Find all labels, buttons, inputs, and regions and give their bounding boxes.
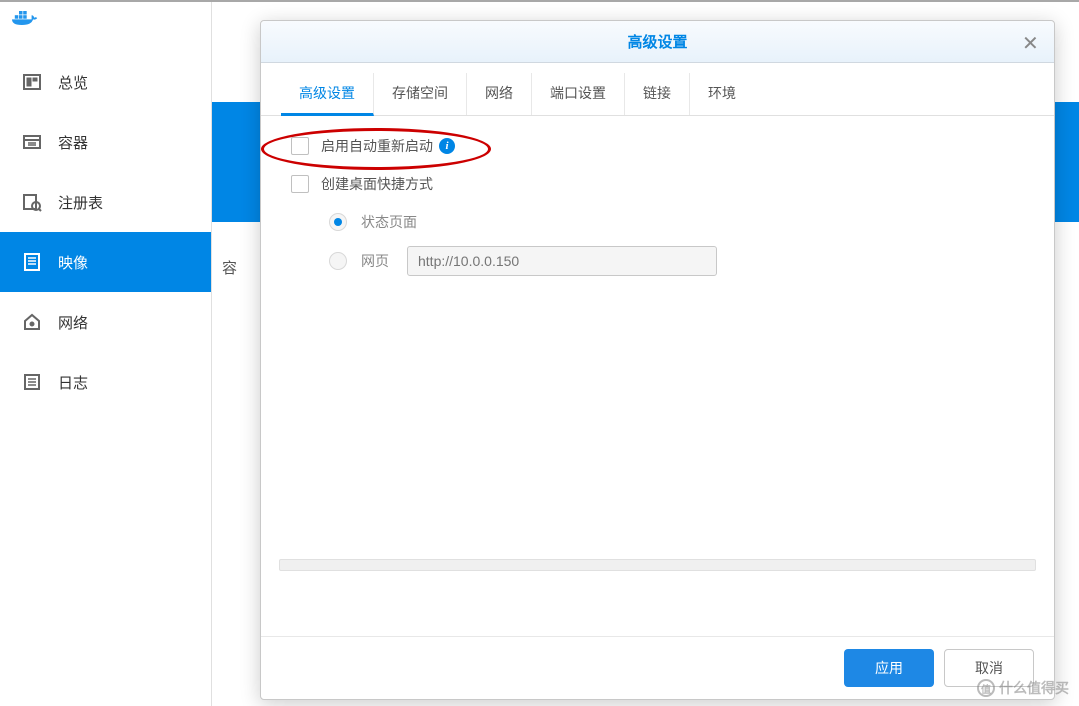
modal-body: 启用自动重新启动 i 创建桌面快捷方式 状态页面 网页 (261, 116, 1054, 636)
create-shortcut-checkbox[interactable] (291, 175, 309, 193)
tab-volume[interactable]: 存储空间 (374, 73, 467, 115)
status-page-radio[interactable] (329, 213, 347, 231)
container-icon (20, 130, 44, 154)
webpage-row: 网页 (329, 246, 1024, 276)
watermark-text: 什么值得买 (999, 678, 1069, 698)
docker-logo (12, 8, 40, 33)
network-icon (20, 310, 44, 334)
watermark-icon: 值 (977, 679, 995, 697)
url-input[interactable] (407, 246, 717, 276)
info-icon[interactable]: i (439, 138, 455, 154)
auto-restart-label: 启用自动重新启动 (321, 136, 433, 156)
horizontal-scrollbar[interactable] (279, 559, 1036, 571)
tab-port[interactable]: 端口设置 (532, 73, 625, 115)
sidebar-item-label: 总览 (58, 72, 88, 93)
image-icon (20, 250, 44, 274)
overview-icon (20, 70, 44, 94)
sidebar: 总览 容器 注册表 映像 网络 日志 (0, 2, 212, 706)
sidebar-item-image[interactable]: 映像 (0, 232, 211, 292)
tab-links[interactable]: 链接 (625, 73, 690, 115)
sidebar-item-label: 日志 (58, 372, 88, 393)
sidebar-item-label: 网络 (58, 312, 88, 333)
create-shortcut-row: 创建桌面快捷方式 (291, 174, 1024, 194)
modal-title: 高级设置 (627, 31, 687, 52)
sidebar-item-registry[interactable]: 注册表 (0, 172, 211, 232)
create-shortcut-label: 创建桌面快捷方式 (321, 174, 433, 194)
sidebar-item-label: 注册表 (58, 192, 103, 213)
modal-footer: 应用 取消 (261, 636, 1054, 699)
auto-restart-row: 启用自动重新启动 i (291, 136, 1024, 156)
sidebar-item-container[interactable]: 容器 (0, 112, 211, 172)
modal-header: 高级设置 ✕ (261, 21, 1054, 63)
partial-text: 容 (222, 257, 237, 278)
tab-environment[interactable]: 环境 (690, 73, 754, 115)
sidebar-item-network[interactable]: 网络 (0, 292, 211, 352)
status-page-label: 状态页面 (361, 212, 417, 232)
log-icon (20, 370, 44, 394)
sidebar-item-overview[interactable]: 总览 (0, 52, 211, 112)
status-page-row: 状态页面 (329, 212, 1024, 232)
tab-network[interactable]: 网络 (467, 73, 532, 115)
registry-icon (20, 190, 44, 214)
watermark: 值 什么值得买 (977, 678, 1069, 698)
sidebar-item-log[interactable]: 日志 (0, 352, 211, 412)
webpage-label: 网页 (361, 251, 389, 271)
sidebar-item-label: 映像 (58, 252, 88, 273)
advanced-settings-modal: 高级设置 ✕ 高级设置 存储空间 网络 端口设置 链接 环境 启用自动重新启动 … (260, 20, 1055, 700)
close-icon[interactable]: ✕ (1022, 31, 1042, 51)
auto-restart-checkbox[interactable] (291, 137, 309, 155)
sidebar-item-label: 容器 (58, 132, 88, 153)
tab-bar: 高级设置 存储空间 网络 端口设置 链接 环境 (261, 63, 1054, 116)
tab-advanced[interactable]: 高级设置 (281, 73, 374, 116)
apply-button[interactable]: 应用 (844, 649, 934, 687)
webpage-radio[interactable] (329, 252, 347, 270)
